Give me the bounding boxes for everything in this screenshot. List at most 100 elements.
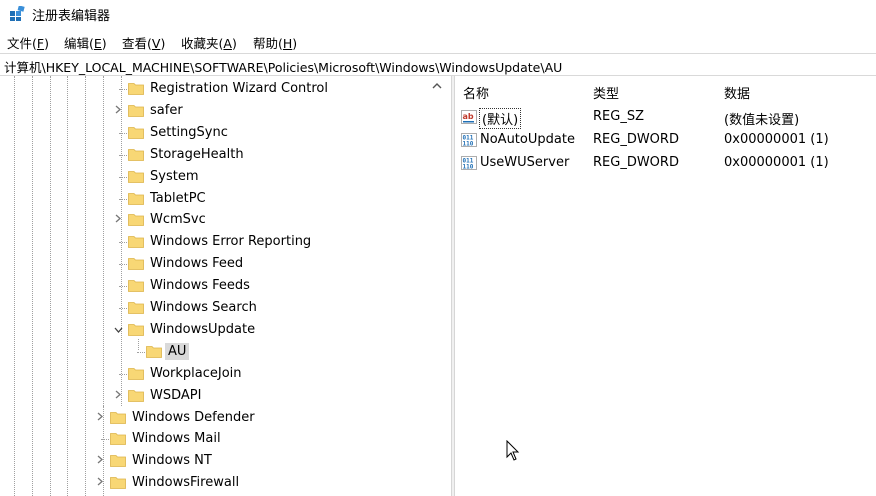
title-bar: 注册表编辑器 [0,0,876,28]
chevron-right-icon[interactable] [94,450,106,472]
tree-node-label: SettingSync [150,124,228,140]
tree-node[interactable]: TabletPC [0,188,430,210]
key-tree-pane[interactable]: Registration Wizard Control safer SettingS… [0,76,451,496]
tree-node[interactable]: Windows Feed [0,253,430,275]
menu-edit[interactable]: 编辑(E) [64,33,107,52]
address-path[interactable]: 计算机\HKEY_LOCAL_MACHINE\SOFTWARE\Policies… [4,57,562,76]
value-data: 0x00000001 (1) [724,132,829,147]
tree-connector [119,132,127,134]
folder-icon [110,433,126,446]
tree-node-label: AU [165,342,190,360]
tree-connector [119,198,127,200]
folder-icon [128,214,144,227]
menu-view[interactable]: 查看(V) [122,33,165,52]
value-type: REG_DWORD [593,155,679,170]
tree-node[interactable]: Windows Search [0,297,430,319]
value-data: (数值未设置) [724,113,800,128]
tree-node-label: Windows Feed [150,256,244,272]
chevron-down-icon[interactable] [112,319,124,341]
chevron-right-icon[interactable] [112,385,124,407]
value-row[interactable]: 011 110 UseWUServer REG_DWORD 0x00000001 (1) [455,152,876,174]
folder-icon [110,477,126,490]
tree-node-label: TabletPC [150,190,206,206]
tree-node[interactable]: Windows Defender [0,407,430,429]
tree-node-label: Registration Wizard Control [150,81,328,96]
tree-connector [119,176,127,178]
value-name: NoAutoUpdate [480,132,575,147]
column-header-type[interactable]: 类型 [593,83,619,102]
svg-text:110: 110 [463,141,474,148]
tree-node[interactable]: WindowsUpdate [0,319,430,341]
chevron-right-icon[interactable] [94,407,106,429]
column-header-data[interactable]: 数据 [724,83,750,102]
tree-connector [119,286,127,288]
tree-node-label: safer [150,102,183,118]
folder-icon [128,389,144,402]
menu-help[interactable]: 帮助(H) [253,33,297,52]
menu-file[interactable]: 文件(F) [7,33,49,52]
tree-connector [119,89,127,90]
tree-node[interactable]: WSDAPI [0,385,430,407]
folder-icon [146,345,162,358]
tree-node[interactable]: WorkplaceJoin [0,363,430,385]
binary-value-icon: 011110 [461,133,477,148]
tree-connector [137,351,145,353]
tree-node-label: Windows Error Reporting [150,234,312,250]
tree-node[interactable]: Windows NT [0,450,430,472]
menu-favorites[interactable]: 收藏夹(A) [181,33,237,52]
value-type: REG_DWORD [593,132,679,147]
tree-node-label: StorageHealth [150,146,244,162]
tree-node-label: Windows Search [150,300,257,315]
tree-node[interactable]: WindowsFirewall [0,472,430,494]
column-header-name[interactable]: 名称 [463,83,489,102]
value-row[interactable]: ab (默认) REG_SZ (数值未设置) [455,106,876,129]
folder-icon [128,192,144,205]
menu-bar: 文件(F) 编辑(E) 查看(V) 收藏夹(A) 帮助(H) [0,30,876,52]
mouse-cursor-icon [506,440,520,461]
tree-node-label: WSDAPI [150,387,202,403]
folder-icon [128,236,144,249]
folder-icon [128,126,144,139]
address-bar[interactable]: 计算机\HKEY_LOCAL_MACHINE\SOFTWARE\Policies… [0,53,876,76]
folder-icon [128,367,144,380]
tree-node[interactable]: AU [0,341,430,363]
tree-node[interactable]: Windows Error Reporting [0,231,430,253]
value-data: 0x00000001 (1) [724,155,829,170]
svg-text:110: 110 [463,164,474,171]
tree-node[interactable]: Registration Wizard Control [0,78,430,100]
tree-node[interactable]: Windows Feeds [0,275,430,297]
string-value-icon: ab [461,110,477,124]
tree-node[interactable]: System [0,166,430,188]
regedit-app-icon [10,6,25,21]
folder-icon [110,411,126,424]
values-list-pane[interactable]: 名称 类型 数据 ab (默认) REG_SZ (数值未设置) 011 110 NoAuto… [455,76,876,496]
folder-icon [128,280,144,292]
value-row[interactable]: 011 110 NoAutoUpdate REG_DWORD 0x00000001 (1… [455,129,876,151]
tree-connector [119,308,127,309]
tree-node[interactable]: safer [0,100,430,122]
tree-node-label: Windows Mail [132,431,221,447]
tree-node[interactable]: WcmSvc [0,209,430,231]
tree-node-label: Windows NT [132,453,212,469]
tree-node[interactable]: StorageHealth [0,144,430,166]
folder-icon [128,104,144,117]
value-name: (默认) [478,108,522,129]
binary-value-icon: 011110 [461,156,477,171]
tree-node-label: Windows Defender [132,409,255,425]
chevron-up-icon [432,83,442,89]
tree-scroll-up-button[interactable] [429,80,445,96]
value-type: REG_SZ [593,109,644,124]
tree-node-label: WindowsFirewall [132,475,240,491]
tree-node-label: System [150,168,199,184]
tree-node[interactable]: SettingSync [0,122,430,144]
chevron-right-icon[interactable] [94,472,106,494]
tree-connector [119,373,127,375]
folder-icon [128,302,144,314]
folder-icon [128,170,144,183]
chevron-right-icon[interactable] [112,209,124,231]
folder-icon [128,258,144,271]
tree-connector [119,154,127,156]
tree-node[interactable]: Windows Mail [0,428,430,450]
chevron-right-icon[interactable] [112,100,124,122]
tree-connector [101,439,109,441]
